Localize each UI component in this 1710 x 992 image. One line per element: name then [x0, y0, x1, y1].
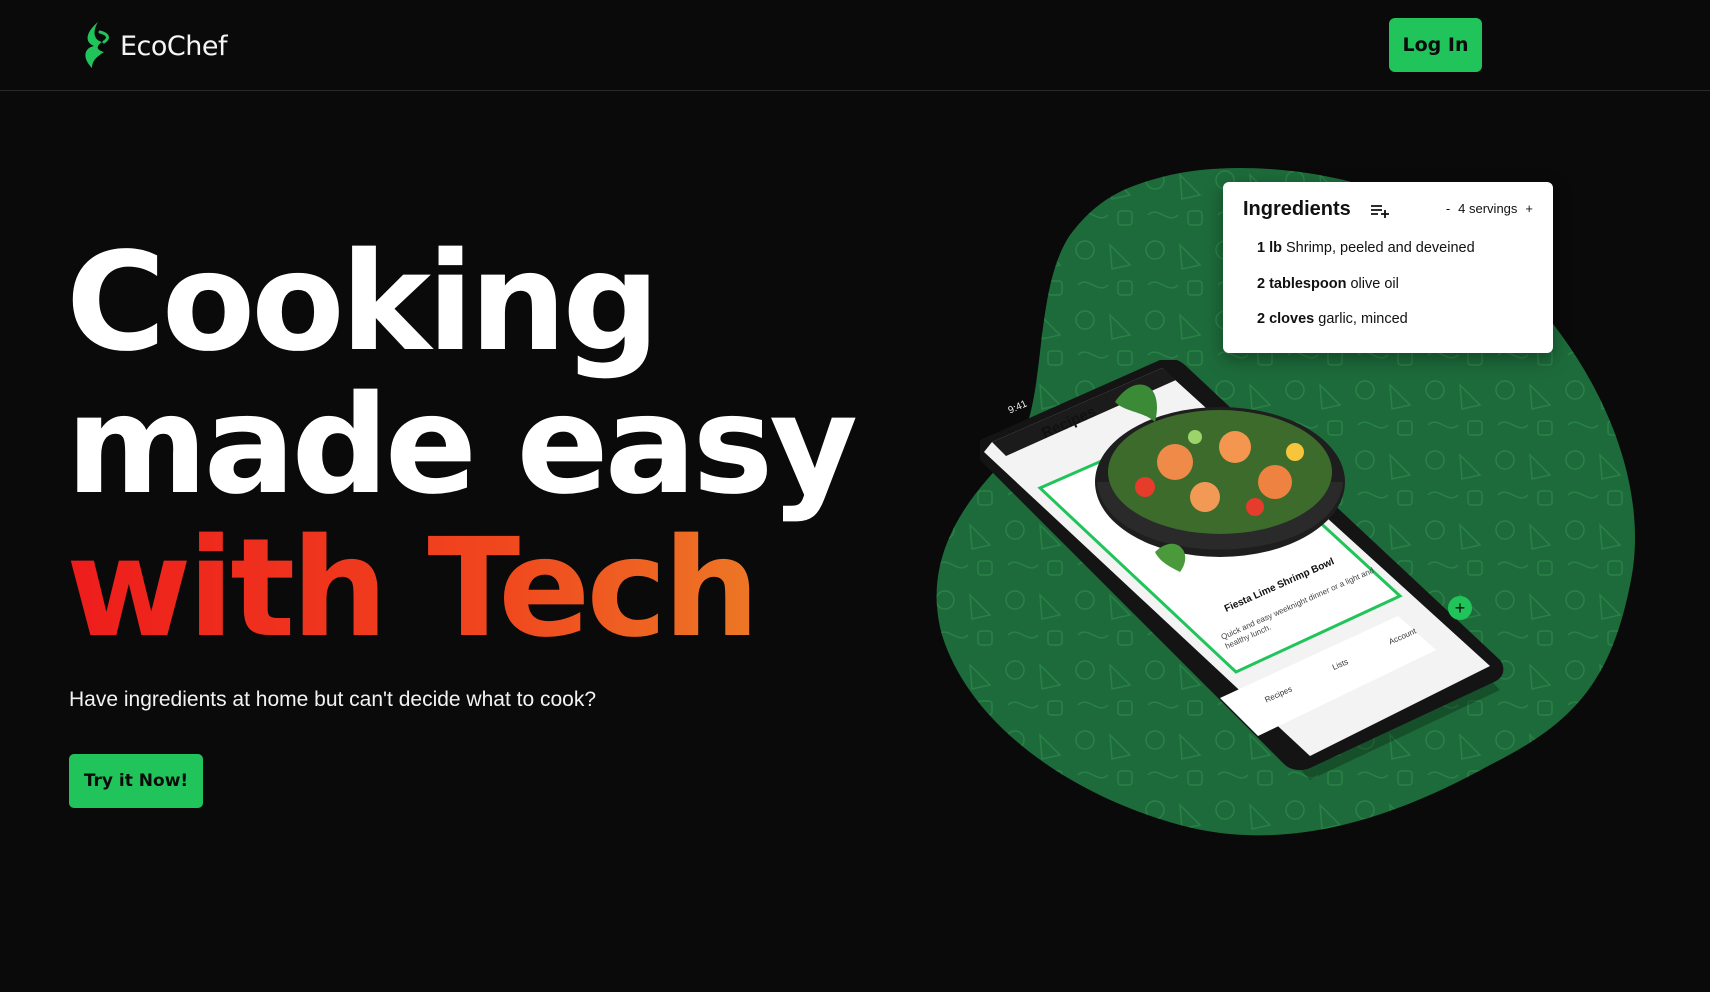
ingredient-item: 2 cloves garlic, minced — [1257, 311, 1408, 327]
food-bowl-image — [1095, 384, 1345, 572]
brand-name: EcoChef — [120, 30, 228, 62]
login-button[interactable]: Log In — [1389, 18, 1482, 72]
brand-logo[interactable]: EcoChef — [78, 20, 228, 72]
hero-subtitle: Have ingredients at home but can't decid… — [69, 688, 596, 711]
ingredient-quantity: 1 lb — [1257, 240, 1282, 256]
ingredient-name: Shrimp, peeled and deveined — [1286, 240, 1475, 256]
ingredient-name: garlic, minced — [1318, 311, 1408, 327]
hero-title-line-2: made easy — [66, 367, 858, 525]
add-fab-button[interactable]: + — [1448, 596, 1472, 620]
playlist-add-icon[interactable] — [1371, 203, 1389, 219]
hero-title-line-3: with Tech — [66, 518, 854, 661]
ingredient-item: 2 tablespoon olive oil — [1257, 276, 1399, 292]
site-header: EcoChef Log In — [0, 0, 1710, 91]
servings-value: 4 servings — [1458, 201, 1518, 216]
servings-stepper: - 4 servings + — [1446, 201, 1533, 216]
servings-increase-button[interactable]: + — [1525, 201, 1533, 216]
ingredient-item: 1 lb Shrimp, peeled and deveined — [1257, 240, 1475, 256]
try-it-now-button[interactable]: Try it Now! — [69, 754, 203, 808]
leaf-logo-icon — [85, 22, 109, 68]
hero-title-line-1: Cooking — [66, 224, 660, 382]
ingredient-name: olive oil — [1350, 276, 1399, 292]
hero-title: Cooking made easy with Tech — [66, 224, 858, 661]
servings-decrease-button[interactable]: - — [1446, 201, 1450, 216]
ingredient-quantity: 2 cloves — [1257, 311, 1315, 327]
ingredients-title: Ingredients — [1243, 198, 1351, 220]
ingredient-quantity: 2 tablespoon — [1257, 276, 1347, 292]
ingredients-card: Ingredients - 4 servings + 1 lb Shrimp, … — [1223, 182, 1553, 353]
